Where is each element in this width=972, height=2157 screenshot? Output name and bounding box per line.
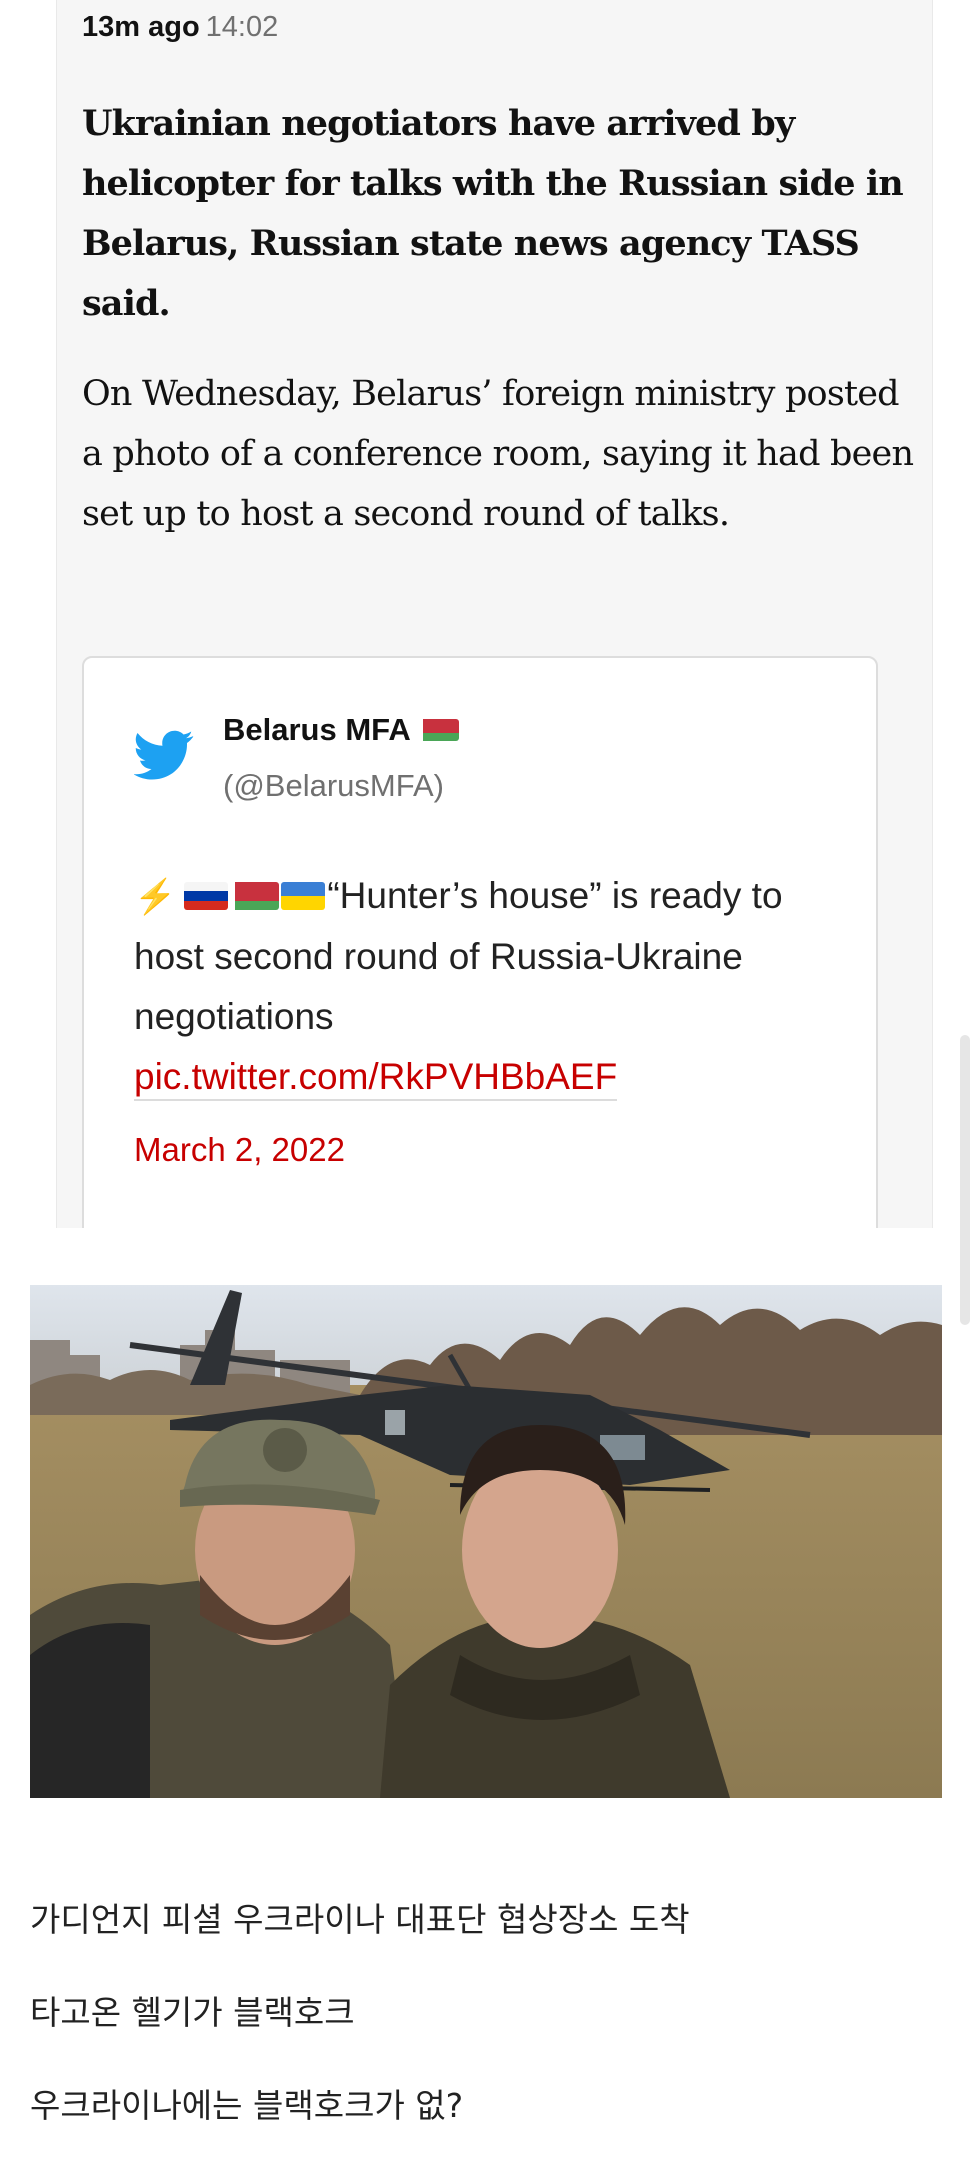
tweet-author-name: Belarus MFA — [223, 712, 410, 747]
belarus-flag-icon — [418, 718, 460, 741]
entry-timestamp: 13m ago 14:02 — [82, 10, 278, 44]
tweet-author[interactable]: Belarus MFA — [223, 710, 460, 750]
clock-time: 14:02 — [205, 11, 279, 43]
relative-time: 13m ago — [82, 11, 200, 43]
helicopter-selfie-photo — [30, 1285, 942, 1798]
photo-illustration — [30, 1285, 942, 1798]
ukraine-flag-icon — [281, 882, 326, 911]
tweet-handle[interactable]: (@BelarusMFA) — [223, 766, 444, 806]
embedded-tweet[interactable]: Belarus MFA (@BelarusMFA) ⚡ “Hunter’s hou… — [82, 656, 878, 1228]
caption-line-2: 타고온 헬기가 블랙호크 — [30, 1993, 355, 2032]
tweet-date[interactable]: March 2, 2022 — [134, 1130, 345, 1170]
tweet-media-link[interactable]: pic.twitter.com/RkPVHBbAEF — [134, 1056, 618, 1101]
liveblog-entry: 13m ago 14:02 Ukrainian negotiators have … — [56, 0, 933, 1228]
tweet-text: ⚡ “Hunter’s house” is ready to host secon… — [134, 866, 854, 1107]
scrollbar[interactable] — [960, 1035, 970, 1325]
caption-line-3: 우크라이나에는 블랙호크가 없? — [30, 2086, 464, 2125]
twitter-bird-icon — [134, 730, 194, 780]
lightning-icon: ⚡ — [134, 878, 177, 916]
belarus-flag-icon — [230, 882, 280, 911]
entry-body: On Wednesday, Belarus’ foreign ministry … — [82, 374, 914, 534]
russia-flag-icon — [184, 882, 229, 911]
caption-line-1: 가디언지 피셜 우크라이나 대표단 협상장소 도착 — [30, 1900, 690, 1939]
entry-headline: Ukrainian negotiators have arrived by he… — [82, 103, 904, 324]
tweet-lead-icons: ⚡ — [134, 875, 327, 916]
